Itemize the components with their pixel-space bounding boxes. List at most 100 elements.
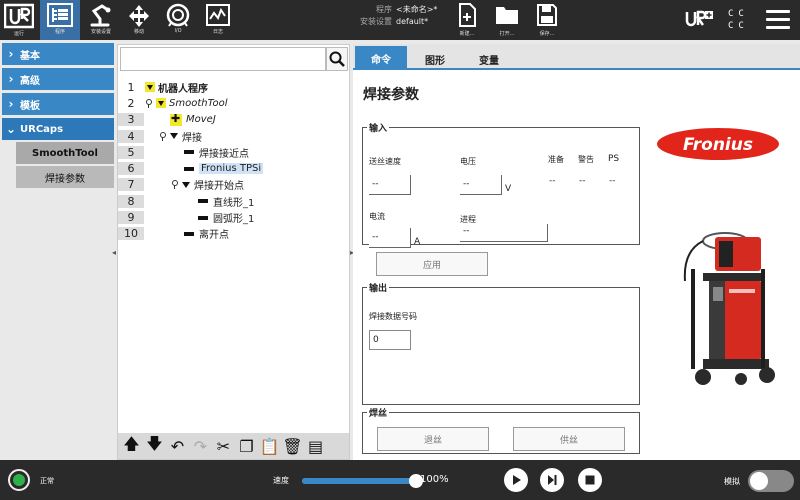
line-number: 7 xyxy=(118,178,144,192)
program-name: <未命名>* xyxy=(396,5,438,14)
tree-row[interactable]: 2 SmoothTool xyxy=(118,95,349,111)
copy-icon[interactable]: ❐ xyxy=(237,436,256,456)
open-file-button[interactable]: 打开... xyxy=(492,3,522,39)
log-chart-icon xyxy=(206,4,230,26)
program-info: 程序 <未命名>* 安装设置 default* xyxy=(358,4,448,28)
open-file-label: 打开... xyxy=(499,31,515,37)
robot-arm-icon xyxy=(90,4,111,27)
urplus-icon[interactable] xyxy=(684,9,714,31)
tree-node-label: 焊接接近点 xyxy=(199,148,249,160)
wire-speed-label: 送丝速度 xyxy=(369,157,401,166)
tree-row[interactable]: 7 焊接开始点 xyxy=(118,177,349,193)
nav-io-button[interactable]: I/O xyxy=(160,0,196,40)
play-button[interactable] xyxy=(504,468,528,492)
tree-node[interactable]: 焊接 xyxy=(159,129,202,144)
nav-basic[interactable]: › 基本 xyxy=(2,43,114,65)
tree-node[interactable]: 直线形_1 xyxy=(198,194,254,209)
nav-move-button[interactable]: 移动 xyxy=(122,0,156,40)
tree-node-label: 离开点 xyxy=(199,230,229,242)
tree-node-label: SmoothTool xyxy=(169,97,228,109)
breakpoint-pin-icon xyxy=(145,98,152,108)
nav-templates[interactable]: › 模板 xyxy=(2,93,114,115)
job-number-field[interactable]: 0 xyxy=(369,330,411,350)
expand-toggle-icon[interactable] xyxy=(182,181,190,188)
nav-sub-smoothtool-label: SmoothTool xyxy=(32,147,98,159)
output-group: 输出 焊接数据号码 0 xyxy=(362,281,640,405)
undo-icon[interactable]: ↶ xyxy=(168,436,187,456)
delete-icon[interactable]: 🗑 xyxy=(282,436,302,456)
tree-row[interactable]: 3 MoveJ xyxy=(118,112,349,128)
tree-toolbar: 🡅 🡇 ↶ ↷ ✂ ❐ 📋 🗑 ▤ xyxy=(118,433,349,459)
node-bar-icon xyxy=(184,231,194,236)
installation-key: 安装设置 xyxy=(360,17,392,26)
tab-graphics[interactable]: 图形 xyxy=(411,48,459,70)
nav-log-button[interactable]: 日志 xyxy=(200,0,236,40)
tree-node[interactable]: MoveJ xyxy=(170,112,216,126)
save-file-button[interactable]: 保存... xyxy=(532,3,562,39)
current-field[interactable]: -- xyxy=(369,228,411,248)
stop-button[interactable] xyxy=(578,468,602,492)
tree-node[interactable]: 焊接接近点 xyxy=(184,145,249,160)
tree-row[interactable]: 5 焊接接近点 xyxy=(118,144,349,160)
paste-icon[interactable]: 📋 xyxy=(260,436,280,456)
tree-node-label: 焊接开始点 xyxy=(194,181,244,193)
tab-command[interactable]: 命令 xyxy=(355,46,407,70)
wire-group-legend: 焊丝 xyxy=(369,409,388,419)
move-up-icon[interactable]: 🡅 xyxy=(122,434,141,456)
nav-advanced[interactable]: › 高级 xyxy=(2,68,114,90)
tree-node[interactable]: 焊接开始点 xyxy=(171,177,244,192)
move-down-icon[interactable]: 🡇 xyxy=(145,434,164,456)
nav-installation-button[interactable]: 安装设置 xyxy=(84,0,118,40)
ps-value: -- xyxy=(609,176,616,186)
tree-row[interactable]: 6 Fronius TPSi xyxy=(118,160,349,176)
feed-wire-button[interactable]: 供丝 xyxy=(513,427,625,451)
tree-row[interactable]: 4 焊接 xyxy=(118,128,349,144)
step-button[interactable] xyxy=(540,468,564,492)
tree-row[interactable]: 1 机器人程序 xyxy=(118,79,349,95)
line-number: 3 xyxy=(118,113,144,127)
nav-urcaps[interactable]: ⌄ URCaps xyxy=(2,118,114,140)
chevron-down-icon: ⌄ xyxy=(5,122,17,136)
ready-header: 准备 xyxy=(548,155,564,164)
job-field[interactable]: -- xyxy=(460,224,548,242)
new-file-button[interactable]: 新建... xyxy=(452,3,482,39)
simulation-toggle[interactable] xyxy=(748,470,794,492)
apply-button[interactable]: 应用 xyxy=(376,252,488,276)
redo-icon[interactable]: ↷ xyxy=(191,436,210,456)
tree-row[interactable]: 10 离开点 xyxy=(118,226,349,242)
tab-variables[interactable]: 变量 xyxy=(465,48,513,70)
nav-program-button[interactable]: 程序 xyxy=(40,0,80,40)
nav-sub-weld-params[interactable]: 焊接参数 xyxy=(16,166,114,188)
breakpoint-pin-icon xyxy=(159,131,166,141)
tree-node[interactable]: 机器人程序 xyxy=(145,80,208,95)
tree-node[interactable]: SmoothTool xyxy=(145,98,227,109)
retract-wire-button[interactable]: 退丝 xyxy=(377,427,489,451)
wire-speed-field[interactable]: -- xyxy=(369,175,411,195)
hamburger-menu-icon[interactable] xyxy=(766,10,790,30)
warning-header: 警告 xyxy=(578,155,594,164)
io-gauge-icon xyxy=(166,3,190,27)
tree-node-selected[interactable]: Fronius TPSi xyxy=(184,163,264,175)
suppress-icon[interactable]: ▤ xyxy=(306,436,325,456)
speed-slider[interactable] xyxy=(302,474,423,488)
search-input[interactable] xyxy=(120,47,326,71)
status-text: 正常 xyxy=(40,477,54,485)
expand-toggle-icon[interactable] xyxy=(145,82,155,93)
tree-node-label: 圆弧形_1 xyxy=(213,214,255,226)
logo-label: 运行 xyxy=(14,30,24,37)
expand-toggle-icon[interactable] xyxy=(156,98,166,109)
line-number: 1 xyxy=(127,80,135,94)
nav-sub-smoothtool[interactable]: SmoothTool xyxy=(16,142,114,164)
nav-installation-label: 安装设置 xyxy=(90,29,111,35)
cut-icon[interactable]: ✂ xyxy=(214,436,233,456)
tree-node[interactable]: 离开点 xyxy=(184,226,229,241)
status-indicator-icon[interactable] xyxy=(8,469,30,491)
tree-node[interactable]: 圆弧形_1 xyxy=(198,210,254,225)
expand-toggle-icon[interactable] xyxy=(170,133,178,140)
tree-row[interactable]: 8 直线形_1 xyxy=(118,193,349,209)
tree-row[interactable]: 9 圆弧形_1 xyxy=(118,209,349,225)
bottom-bar: 正常 速度 100% 模拟 xyxy=(0,460,800,500)
welding-machine-image xyxy=(683,232,775,385)
search-button[interactable] xyxy=(326,47,348,71)
voltage-field[interactable]: -- xyxy=(460,175,502,195)
